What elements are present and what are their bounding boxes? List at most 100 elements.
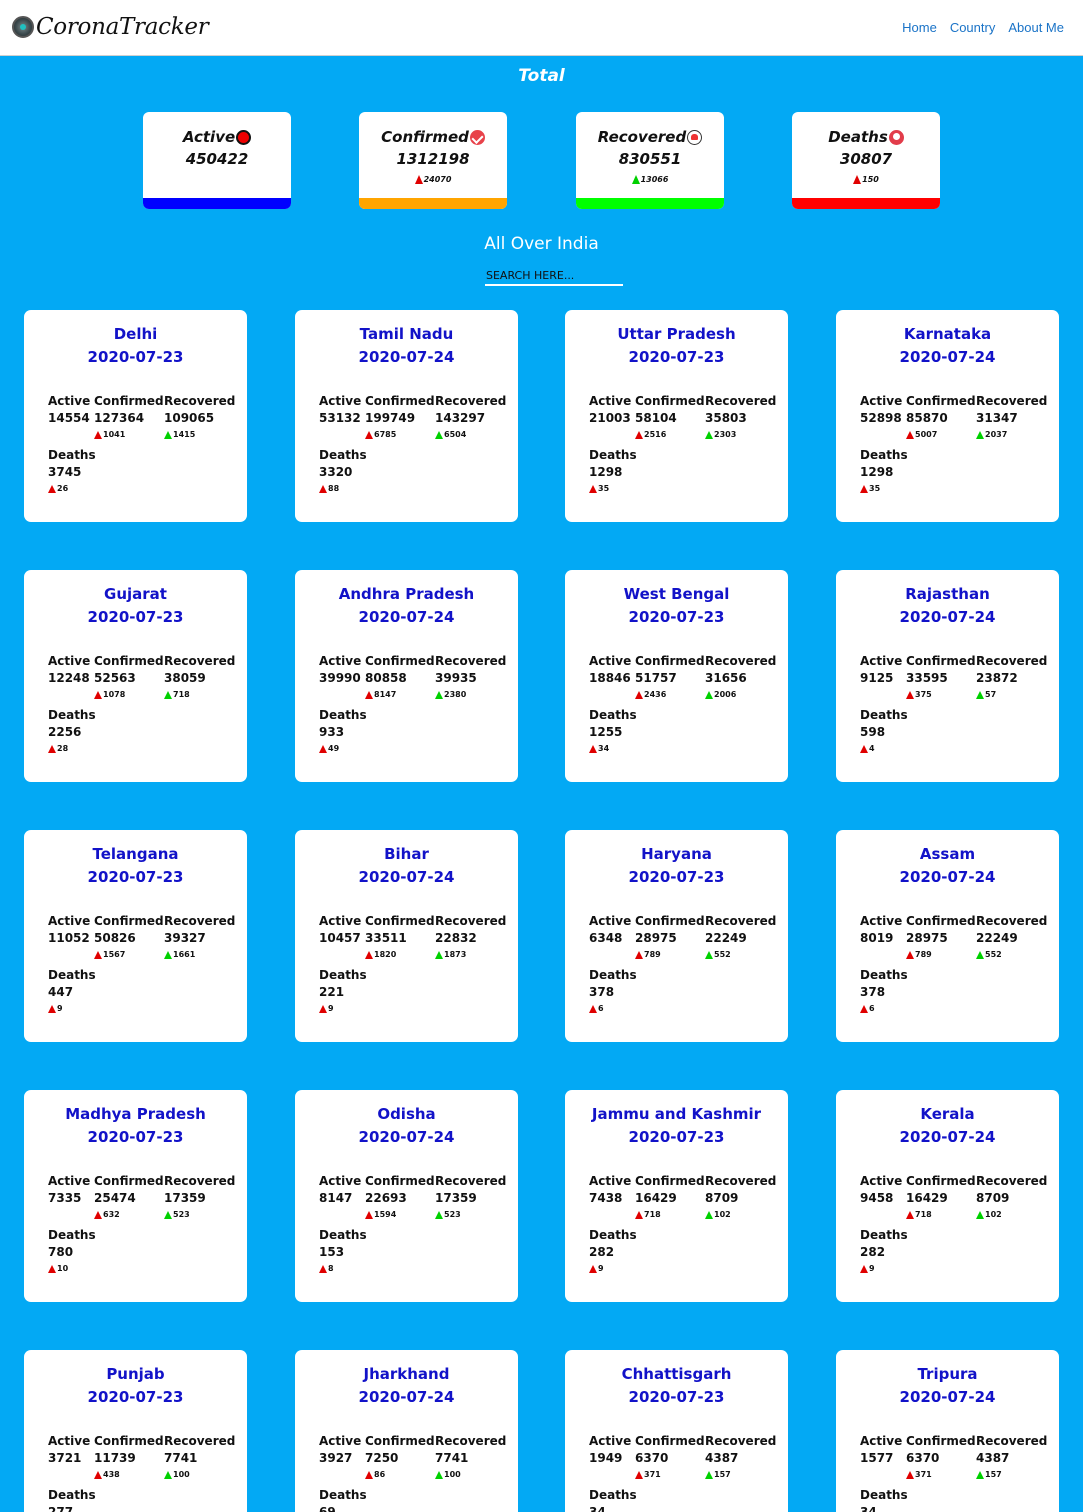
stat-delta-value: 35	[869, 484, 881, 493]
stat-value: 28975	[906, 931, 948, 945]
stat-label: Deaths	[48, 1228, 96, 1242]
stat-deaths: Deaths 1298 35	[860, 448, 908, 493]
state-card[interactable]: Tamil Nadu 2020-07-24 Active 53132 Confirmed…	[295, 310, 518, 522]
stat-label: Recovered	[435, 914, 507, 928]
stat-delta-value: 10	[57, 1264, 69, 1273]
state-card[interactable]: Uttar Pradesh 2020-07-23 Active 21003 Confir…	[565, 310, 788, 522]
stat-deaths: Deaths 69	[319, 1488, 367, 1512]
stat-value: 39990	[319, 671, 361, 685]
stat-value: 35803	[705, 411, 747, 425]
stat-delta-value: 9	[328, 1004, 334, 1013]
stat-recovered: Recovered 7741 100	[164, 1434, 235, 1479]
summary-label: Active	[182, 128, 236, 146]
stat-delta: 6	[860, 1004, 908, 1013]
state-card[interactable]: West Bengal 2020-07-23 Active 18846 Confirme…	[565, 570, 788, 782]
stat-delta: 86	[365, 1470, 435, 1479]
heart-icon	[687, 129, 703, 145]
state-card[interactable]: Jammu and Kashmir 2020-07-23 Active 7438 Con…	[565, 1090, 788, 1302]
up-arrow-red-icon	[906, 1210, 914, 1219]
stat-deaths: Deaths 282 9	[860, 1228, 908, 1273]
stat-value: 52898	[860, 411, 902, 425]
stat-delta: 157	[705, 1470, 776, 1479]
stat-delta-value: 6504	[444, 430, 467, 439]
stat-delta-value: 88	[328, 484, 340, 493]
stat-label: Recovered	[705, 654, 777, 668]
state-name: Andhra Pradesh	[338, 585, 475, 603]
state-card[interactable]: Madhya Pradesh 2020-07-23 Active 7335 Confir…	[24, 1090, 247, 1302]
stat-value: 282	[860, 1245, 886, 1259]
nav-link-home[interactable]: Home	[902, 20, 937, 35]
stat-label: Confirmed	[365, 1174, 435, 1188]
up-arrow-green-icon	[976, 1470, 984, 1479]
up-arrow-green-icon	[705, 430, 713, 439]
stat-delta-value: 523	[444, 1210, 461, 1219]
stat-delta: 9	[48, 1004, 96, 1013]
stat-label: Confirmed	[635, 914, 705, 928]
stat-value: 11739	[94, 1451, 136, 1465]
stat-deaths: Deaths 780 10	[48, 1228, 96, 1273]
state-card[interactable]: Assam 2020-07-24 Active 8019 Confirmed 28975 7…	[836, 830, 1059, 1042]
state-card[interactable]: Rajasthan 2020-07-24 Active 9125 Confirmed 33…	[836, 570, 1059, 782]
state-card[interactable]: Bihar 2020-07-24 Active 10457 Confirmed 33511…	[295, 830, 518, 1042]
stat-label: Confirmed	[94, 654, 164, 668]
state-card[interactable]: Gujarat 2020-07-23 Active 12248 Confirmed 525…	[24, 570, 247, 782]
brand[interactable]: CoronaTracker	[12, 11, 209, 43]
stat-delta: 8147	[365, 690, 435, 699]
state-card[interactable]: Jharkhand 2020-07-24 Active 3927 Confirmed 72…	[295, 1350, 518, 1512]
state-card[interactable]: Chhattisgarh 2020-07-23 Active 1949 Confirme…	[565, 1350, 788, 1512]
stat-label: Active	[319, 914, 362, 928]
stat-value: 39327	[164, 931, 206, 945]
stat-value: 53132	[319, 411, 361, 425]
stat-value: 378	[860, 985, 886, 999]
state-card[interactable]: Telangana 2020-07-23 Active 11052 Confirmed 5…	[24, 830, 247, 1042]
up-arrow-green-icon	[976, 690, 984, 699]
stat-deaths: Deaths 153 8	[319, 1228, 367, 1273]
up-arrow-red-icon	[365, 950, 373, 959]
up-arrow-red-icon	[635, 1470, 643, 1479]
state-card[interactable]: Delhi 2020-07-23 Active 14554 Confirmed 12736…	[24, 310, 247, 522]
state-name: Tamil Nadu	[359, 325, 454, 343]
stat-recovered: Recovered 39327 1661	[164, 914, 235, 959]
stat-delta-value: 1873	[444, 950, 467, 959]
stat-label: Recovered	[164, 654, 236, 668]
stat-label: Confirmed	[635, 1434, 705, 1448]
stat-delta: 2436	[635, 690, 705, 699]
state-card[interactable]: Haryana 2020-07-23 Active 6348 Confirmed 2897…	[565, 830, 788, 1042]
stat-delta: 34	[589, 744, 637, 753]
stat-delta: 375	[906, 690, 976, 699]
stat-delta-value: 100	[173, 1470, 190, 1479]
nav-link-country[interactable]: Country	[950, 20, 996, 35]
state-name: Punjab	[106, 1365, 165, 1383]
search-input[interactable]	[485, 266, 623, 286]
stat-value: 7250	[365, 1451, 399, 1465]
stat-delta-value: 8147	[374, 690, 397, 699]
stat-value: 8709	[976, 1191, 1010, 1205]
stat-label: Active	[860, 914, 903, 928]
summary-delta: 24070	[423, 175, 452, 184]
stat-label: Confirmed	[94, 394, 164, 408]
stat-active: Active 3721	[48, 1434, 90, 1465]
state-card[interactable]: Tripura 2020-07-24 Active 1577 Confirmed 6370…	[836, 1350, 1059, 1512]
stat-delta: 1820	[365, 950, 435, 959]
stat-confirmed: Confirmed 16429 718	[635, 1174, 705, 1219]
stat-label: Recovered	[164, 914, 236, 928]
state-card[interactable]: Odisha 2020-07-24 Active 8147 Confirmed 22693…	[295, 1090, 518, 1302]
up-arrow-red-icon	[853, 175, 862, 184]
stat-recovered: Recovered 22249 552	[976, 914, 1047, 959]
stat-label: Deaths	[589, 708, 637, 722]
stat-delta-value: 2516	[644, 430, 667, 439]
stat-label: Confirmed	[94, 1174, 164, 1188]
stat-delta: 718	[635, 1210, 705, 1219]
state-card[interactable]: Karnataka 2020-07-24 Active 52898 Confirmed 8…	[836, 310, 1059, 522]
stat-confirmed: Confirmed 6370 371	[906, 1434, 976, 1479]
up-arrow-red-icon	[635, 1210, 643, 1219]
state-card[interactable]: Kerala 2020-07-24 Active 9458 Confirmed 16429…	[836, 1090, 1059, 1302]
stat-label: Recovered	[705, 1434, 777, 1448]
stat-delta: 100	[435, 1470, 506, 1479]
stat-value: 3927	[319, 1451, 353, 1465]
nav-link-about-me[interactable]: About Me	[1008, 20, 1064, 35]
stat-delta-value: 4	[869, 744, 875, 753]
state-card[interactable]: Punjab 2020-07-23 Active 3721 Confirmed 11739…	[24, 1350, 247, 1512]
state-card[interactable]: Andhra Pradesh 2020-07-24 Active 39990 Confi…	[295, 570, 518, 782]
stat-label: Active	[589, 914, 632, 928]
